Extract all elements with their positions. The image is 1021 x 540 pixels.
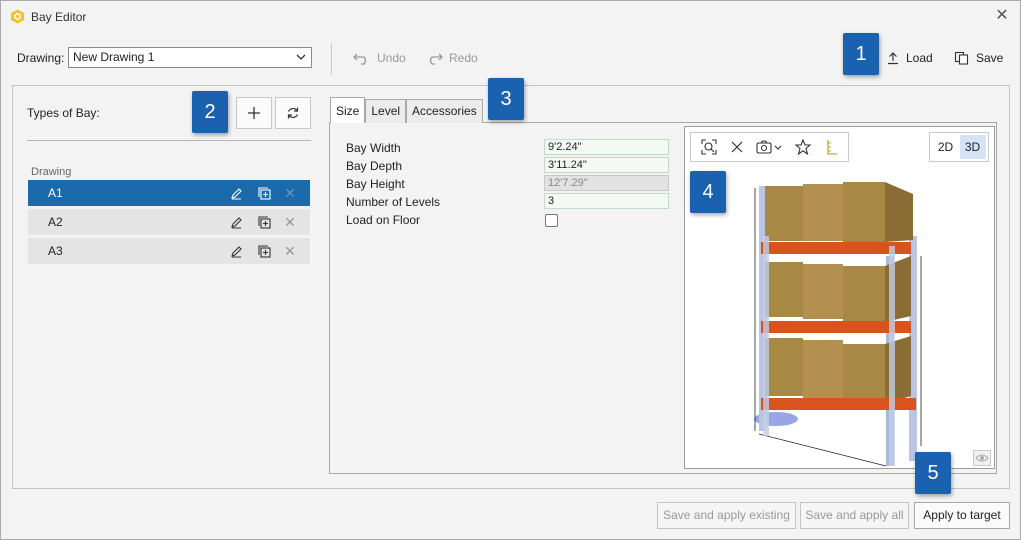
tab-size[interactable]: Size [330, 97, 366, 123]
title-bar: Bay Editor ✕ [1, 1, 1020, 32]
zoom-fit-icon[interactable] [699, 137, 719, 157]
eye-icon[interactable] [973, 450, 991, 466]
rack-3d-render [754, 182, 922, 467]
add-bay-button[interactable] [236, 97, 272, 129]
bay-item-label: A3 [48, 244, 63, 258]
app-logo-icon [10, 9, 25, 24]
types-of-bay-heading: Types of Bay: [27, 106, 100, 120]
delete-icon[interactable]: ✕ [282, 243, 298, 259]
apply-to-target-button[interactable]: Apply to target [914, 502, 1010, 529]
load-on-floor-label: Load on Floor [346, 213, 421, 227]
tab-level[interactable]: Level [365, 99, 407, 123]
callout-badge-3: 3 [488, 78, 524, 120]
bay-height-field: 12'7.29" [544, 175, 669, 191]
upload-icon [888, 52, 898, 65]
number-of-levels-label: Number of Levels [346, 195, 441, 209]
upright-shape [763, 236, 769, 436]
star-icon[interactable] [793, 137, 813, 157]
save-label: Save [976, 51, 1004, 65]
delete-icon[interactable]: ✕ [282, 185, 298, 201]
bay-item-label: A2 [48, 215, 63, 229]
view-mode-toggle: 2D 3D [929, 132, 989, 162]
redo-label: Redo [449, 51, 478, 65]
tab-strip: Size Level Accessories [330, 97, 483, 123]
view-3d-button[interactable]: 3D [959, 135, 986, 159]
viewer-toolbar [690, 132, 849, 162]
camera-icon[interactable] [755, 137, 785, 157]
bay-width-label: Bay Width [346, 141, 401, 155]
callout-badge-5: 5 [915, 452, 951, 494]
undo-button[interactable]: Undo [353, 48, 406, 68]
beam-shape [761, 242, 911, 254]
save-apply-all-button[interactable]: Save and apply all [800, 502, 909, 529]
bay-width-field[interactable]: 9'2.24" [544, 139, 669, 155]
window-title: Bay Editor [31, 10, 87, 24]
save-copy-icon [954, 51, 969, 65]
load-label: Load [906, 51, 933, 65]
close-icon[interactable]: ✕ [992, 6, 1012, 26]
save-apply-existing-button[interactable]: Save and apply existing [657, 502, 796, 529]
duplicate-icon[interactable] [256, 243, 272, 259]
callout-badge-1: 1 [843, 33, 879, 75]
beam-shape [761, 321, 911, 333]
drawing-select[interactable]: New Drawing 1 [68, 47, 312, 68]
view-2d-button[interactable]: 2D [933, 135, 959, 159]
duplicate-icon[interactable] [256, 185, 272, 201]
bay-list-item-a2[interactable]: A2 ✕ [28, 209, 310, 235]
dimension-line [758, 433, 887, 467]
divider [27, 140, 311, 141]
clear-icon[interactable] [727, 137, 747, 157]
refresh-bay-button[interactable] [275, 97, 311, 129]
undo-icon [353, 53, 367, 65]
edit-icon[interactable] [228, 214, 244, 230]
callout-badge-4: 4 [690, 171, 726, 213]
bay-depth-field[interactable]: 3'11.24" [544, 157, 669, 173]
delete-icon[interactable]: ✕ [282, 214, 298, 230]
redo-icon [429, 53, 443, 65]
bay-editor-window: Bay Editor ✕ Drawing: New Drawing 1 Undo… [0, 0, 1021, 540]
load-button[interactable]: Load [886, 48, 933, 68]
bay-height-label: Bay Height [346, 177, 405, 191]
number-of-levels-field[interactable]: 3 [544, 193, 669, 209]
refresh-icon [287, 107, 299, 119]
undo-label: Undo [377, 51, 406, 65]
measure-icon[interactable] [821, 137, 841, 157]
bay-list-item-a1[interactable]: A1 ✕ [28, 180, 310, 206]
callout-badge-2: 2 [192, 91, 228, 133]
plus-icon [248, 107, 260, 119]
save-button[interactable]: Save [954, 48, 1003, 68]
bay-depth-label: Bay Depth [346, 159, 403, 173]
drawing-select-value: New Drawing 1 [73, 50, 155, 64]
bay-group-label: Drawing [31, 166, 72, 178]
drawing-label: Drawing: [17, 51, 65, 65]
load-on-floor-checkbox[interactable] [545, 214, 558, 227]
duplicate-icon[interactable] [256, 214, 272, 230]
tab-accessories[interactable]: Accessories [406, 99, 483, 123]
edit-icon[interactable] [228, 185, 244, 201]
bay-item-label: A1 [48, 186, 63, 200]
chevron-down-icon [296, 54, 306, 60]
bay-list-item-a3[interactable]: A3 ✕ [28, 238, 310, 264]
redo-button[interactable]: Redo [425, 48, 478, 68]
upright-shape [889, 246, 895, 466]
toolbar-divider [331, 43, 332, 75]
edit-icon[interactable] [228, 243, 244, 259]
level-top [765, 182, 913, 242]
